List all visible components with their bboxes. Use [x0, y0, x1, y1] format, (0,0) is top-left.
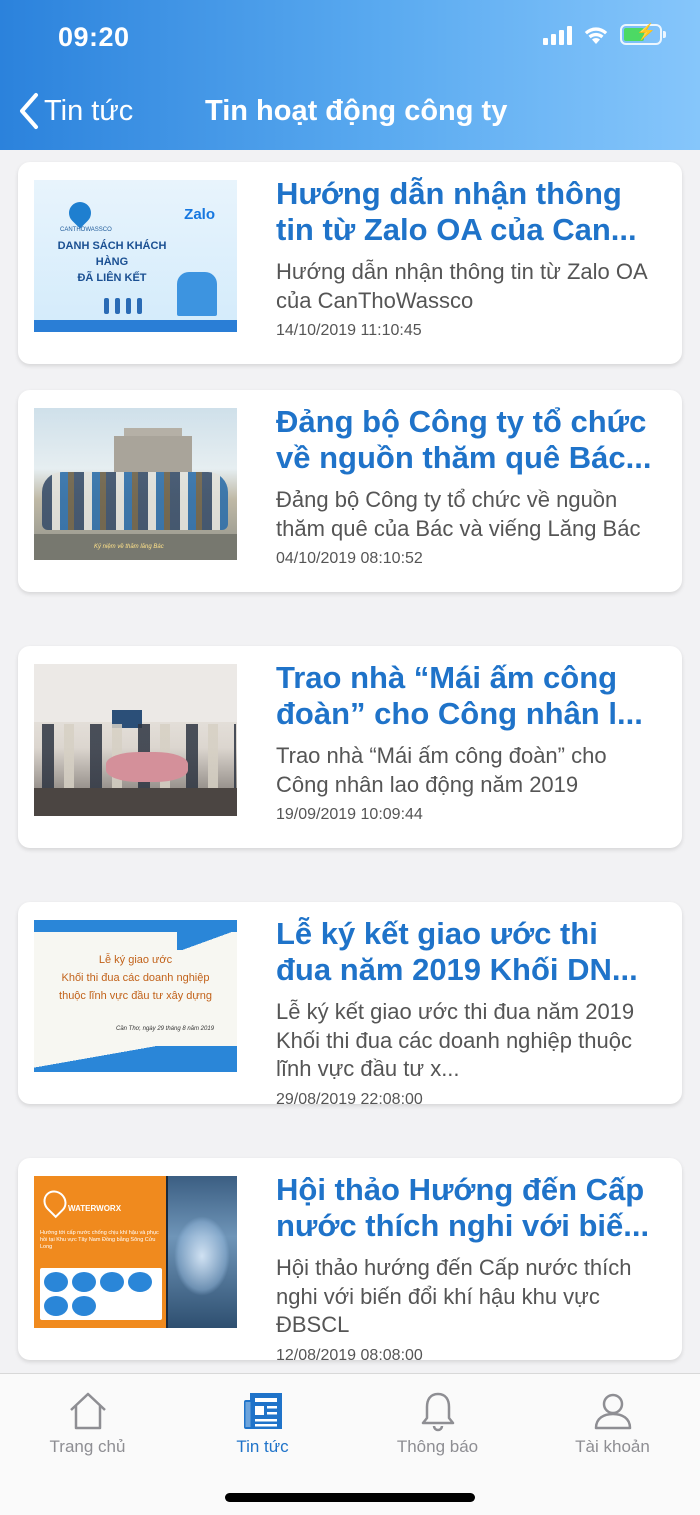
article-summary: Lễ ký kết giao ước thi đua năm 2019 Khối…: [276, 999, 635, 1081]
bell-icon: [421, 1392, 454, 1432]
thumb-headline-2: ĐÃ LIÊN KẾT: [77, 272, 147, 284]
thumb-logo-text: CANTHOWASSCO: [60, 227, 112, 233]
user-icon: [594, 1393, 631, 1430]
page-title: Tin hoạt động công ty: [205, 95, 508, 127]
article-text: Trao nhà “Mái ấm công đoàn” cho Công nhâ…: [276, 660, 656, 824]
status-icons: ⚡: [543, 24, 666, 45]
banner-bottom-bar: [34, 1046, 237, 1072]
article-list[interactable]: CANTHOWASSCO Zalo DANH SÁCH KHÁCH HÀNG Đ…: [0, 150, 700, 1373]
signal-icon: [543, 25, 572, 45]
thumb-text: Hướng tới cấp nước chống chịu khí hậu và…: [40, 1230, 159, 1250]
wifi-icon: [584, 27, 608, 44]
article-date: 29/08/2019 22:08:00: [276, 1090, 423, 1108]
thumb-brand: WATERWORX: [68, 1204, 122, 1213]
article-thumbnail: WATERWORX Hướng tới cấp nước chống chịu …: [34, 1176, 237, 1328]
article-thumbnail: CANTHOWASSCO Zalo DANH SÁCH KHÁCH HÀNG Đ…: [34, 180, 237, 332]
navigation-header: 09:20 ⚡ Tin tức Tin hoạt động công ty: [0, 0, 700, 150]
article-title[interactable]: Lễ ký kết giao ước thi đua năm 2019 Khối…: [276, 916, 656, 988]
group-photo: [42, 472, 228, 530]
chevron-left-icon: [20, 93, 38, 129]
tab-account[interactable]: Tài khoản: [525, 1388, 700, 1457]
home-icon: [69, 1392, 106, 1430]
tab-home[interactable]: Trang chủ: [0, 1388, 175, 1457]
article-summary: Trao nhà “Mái ấm công đoàn” cho Công nhâ…: [276, 743, 607, 797]
tab-news[interactable]: Tin tức: [175, 1388, 350, 1457]
thumb-line-1: Lễ ký giao ước: [98, 954, 173, 966]
back-button[interactable]: Tin tức: [18, 92, 133, 130]
article-date: 12/08/2019 08:08:00: [276, 1346, 423, 1364]
article-card[interactable]: Kỷ niệm về thăm lăng Bác Đảng bộ Công ty…: [18, 390, 682, 592]
article-card[interactable]: Trao nhà “Mái ấm công đoàn” cho Công nhâ…: [18, 646, 682, 848]
article-thumbnail: Lễ ký giao ước Khối thi đua các doanh ng…: [34, 920, 237, 1072]
kiosk-illustration: [177, 272, 217, 316]
thumb-headline-1: DANH SÁCH KHÁCH HÀNG: [57, 240, 167, 268]
article-title[interactable]: Hướng dẫn nhận thông tin từ Zalo OA của …: [276, 176, 656, 248]
people-illustration: [104, 298, 142, 314]
banner-top-bar: [34, 920, 237, 950]
tab-label: Thông báo: [396, 1437, 479, 1456]
article-summary: Hướng dẫn nhận thông tin từ Zalo OA của …: [276, 259, 647, 313]
article-title[interactable]: Trao nhà “Mái ấm công đoàn” cho Công nhâ…: [276, 660, 656, 732]
article-text: Lễ ký kết giao ước thi đua năm 2019 Khối…: [276, 916, 656, 1109]
article-date: 04/10/2019 08:10:52: [276, 550, 423, 567]
tab-label: Tin tức: [236, 1437, 289, 1456]
thumb-headline: DANH SÁCH KHÁCH HÀNG ĐÃ LIÊN KẾT: [42, 238, 182, 286]
article-card[interactable]: CANTHOWASSCO Zalo DANH SÁCH KHÁCH HÀNG Đ…: [18, 162, 682, 364]
article-text: Đảng bộ Công ty tổ chức về nguồn thăm qu…: [276, 404, 656, 568]
thumb-date-line: Cần Thơ, ngày 29 tháng 8 năm 2019: [116, 1026, 215, 1032]
article-summary: Hội thảo hướng đến Cấp nước thích nghi v…: [276, 1255, 632, 1337]
thumb-brand: Zalo: [184, 206, 215, 223]
article-title[interactable]: Hội thảo Hướng đến Cấp nước thích nghi v…: [276, 1172, 656, 1244]
article-summary: Đảng bộ Công ty tổ chức về nguồn thăm qu…: [276, 487, 641, 541]
floor: [34, 788, 237, 816]
tab-notifications[interactable]: Thông báo: [350, 1388, 525, 1457]
tab-label: Tài khoản: [575, 1437, 650, 1456]
partner-logos: [40, 1268, 162, 1320]
water-splash: [174, 1216, 230, 1296]
home-indicator[interactable]: [225, 1493, 475, 1502]
newspaper-icon: [243, 1393, 282, 1429]
article-card[interactable]: Lễ ký giao ước Khối thi đua các doanh ng…: [18, 902, 682, 1108]
article-date: 14/10/2019 11:10:45: [276, 322, 422, 339]
mausoleum-building: [114, 436, 192, 472]
table: [106, 752, 188, 782]
article-card[interactable]: WATERWORX Hướng tới cấp nước chống chịu …: [18, 1158, 682, 1364]
thumb-line-2: Khối thi đua các doanh nghiệp: [61, 972, 210, 984]
article-title[interactable]: Đảng bộ Công ty tổ chức về nguồn thăm qu…: [276, 404, 656, 476]
wave-decoration: [34, 320, 237, 332]
article-thumbnail: [34, 664, 237, 816]
battery-charging-icon: ⚡: [620, 24, 666, 45]
water-drop-logo-icon: [64, 197, 96, 229]
tab-label: Trang chủ: [49, 1437, 126, 1456]
thumb-line-3: thuộc lĩnh vực đầu tư xây dựng: [59, 990, 212, 1002]
status-time: 09:20: [58, 22, 130, 52]
article-text: Hội thảo Hướng đến Cấp nước thích nghi v…: [276, 1172, 656, 1365]
article-thumbnail: Kỷ niệm về thăm lăng Bác: [34, 408, 237, 560]
article-date: 19/09/2019 10:09:44: [276, 806, 423, 823]
article-text: Hướng dẫn nhận thông tin từ Zalo OA của …: [276, 176, 656, 340]
thumb-caption: Kỷ niệm về thăm lăng Bác: [94, 544, 164, 550]
back-label: Tin tức: [44, 94, 134, 127]
